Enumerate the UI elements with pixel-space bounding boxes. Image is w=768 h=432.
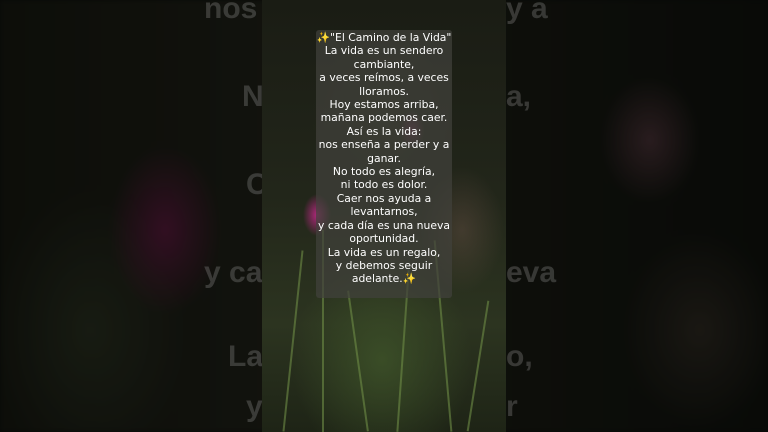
grass-stem — [282, 250, 304, 432]
caption-line: ganar. — [367, 151, 401, 165]
caption-line: y debemos seguir — [335, 258, 433, 272]
caption-line: ✨"El Camino de la Vida" — [316, 31, 452, 44]
caption-line: Hoy estamos arriba, — [329, 98, 439, 112]
caption-line: cambiante, — [353, 57, 415, 71]
caption-line: La vida es un sendero — [324, 44, 444, 58]
grass-stem — [347, 290, 369, 432]
caption-text: ✨"El Camino de la Vida" La vida es un se… — [316, 31, 452, 286]
side-shade-left — [0, 0, 262, 432]
caption-line: a veces reímos, a veces — [319, 71, 449, 85]
caption-line: levantarnos, — [350, 205, 418, 219]
caption-line: lloramos. — [359, 84, 409, 98]
caption-line: nos enseña a perder y a — [318, 138, 450, 152]
caption-line: oportunidad. — [349, 232, 419, 246]
caption-line: adelante.✨ — [351, 272, 417, 286]
grass-stem — [466, 300, 490, 432]
caption-line: mañana podemos caer. — [320, 111, 448, 125]
caption-line: y cada día es una nueva — [318, 218, 450, 232]
caption-line: Así es la vida: — [346, 124, 422, 138]
caption-line: Caer nos ayuda a — [336, 191, 432, 205]
caption-line: La vida es un regalo, — [327, 245, 441, 259]
caption-line: No todo es alegría, — [332, 165, 436, 179]
caption-line: ni todo es dolor. — [340, 178, 428, 192]
side-shade-right — [506, 0, 768, 432]
